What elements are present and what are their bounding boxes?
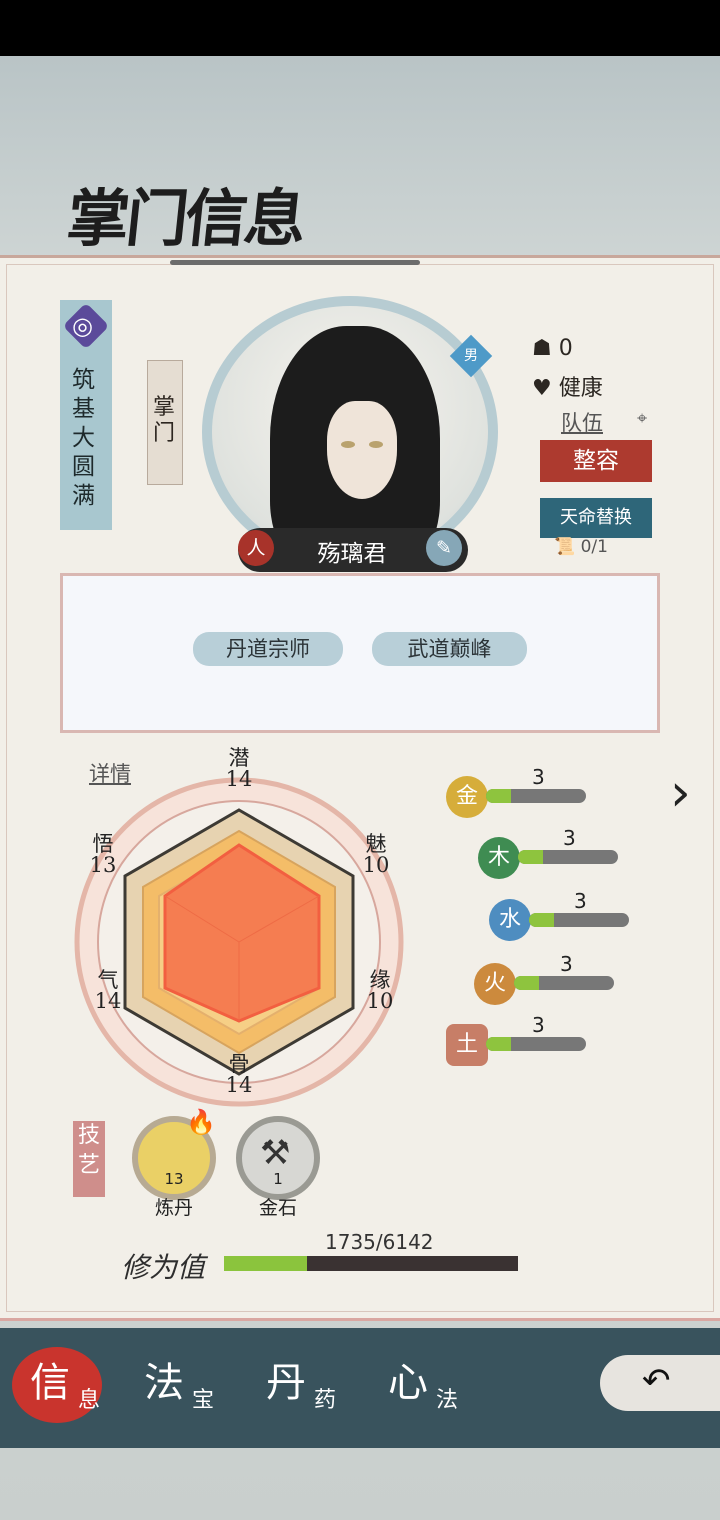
health-text: 健康 [558,376,603,401]
attribute-mei: 魅 10 [356,834,396,876]
right-eye-icon [369,441,383,448]
tab-method-sub: 法 [436,1388,459,1413]
realm-text: 筑基大圆满 [72,367,95,509]
status-count: 0 [558,336,573,361]
water-element-icon: 水 [489,899,531,941]
attribute-qi: 气 14 [88,970,128,1012]
traits-panel [60,573,660,733]
attribute-value: 10 [362,853,390,877]
trait-badge[interactable]: 丹道宗师 [193,632,343,666]
tab-method[interactable]: 心法 [368,1340,480,1432]
location-pin-icon[interactable]: ⌖ [637,408,647,429]
character-name: 殇璃君 [317,541,387,567]
attribute-wu: 悟 13 [83,834,123,876]
role-text: 掌门 [153,395,176,446]
tab-info-sub: 息 [78,1388,101,1413]
back-arrow-icon: ↶ [642,1361,671,1401]
cultivation-progress-fill [224,1256,307,1271]
water-element-bar [529,913,629,927]
fire-element-bar [514,976,614,990]
attribute-value: 10 [366,989,394,1013]
brush-icon[interactable]: ✎ [426,530,462,566]
fire-icon: 🔥 [186,1108,216,1136]
alchemy-name: 炼丹 [154,1197,193,1219]
fate-scroll-count-row: 📜 0/1 [554,537,608,557]
health-row: ♥ 健康 [532,370,603,402]
attribute-value: 14 [225,767,253,791]
left-eye-icon [341,441,355,448]
fire-element-value: 3 [560,952,573,976]
next-page-chevron-icon[interactable]: › [670,763,691,823]
earth-element-bar [486,1037,586,1051]
wood-element-value: 3 [563,826,576,850]
role-panel: 掌门 [147,360,183,485]
attribute-label: 潜 [228,746,250,770]
fire-element-icon: 火 [474,963,516,1005]
back-button[interactable]: ↶ [600,1355,720,1411]
gender-text: 男 [464,348,478,364]
attribute-label: 骨 [228,1052,250,1076]
alchemy-level: 13 [164,1170,184,1188]
gender-badge: 男 [449,334,493,378]
mining-level: 1 [273,1170,283,1188]
cultivation-label: 修为值 [121,1251,206,1284]
metal-element-bar [486,789,586,803]
mining-name: 金石 [258,1197,297,1219]
wood-element-icon: 木 [478,837,520,879]
wood-element-fill [518,850,543,864]
pickaxe-icon: ⚒ [260,1133,291,1173]
top-black-bar [0,0,720,56]
earth-element-value: 3 [532,1013,545,1037]
cultivation-value: 1735/6142 [325,1230,434,1254]
attribute-qian: 潜 14 [219,748,259,790]
human-icon: 人 [238,530,274,566]
tab-treasure[interactable]: 法宝 [124,1340,236,1432]
scroll-icon: 📜 [554,537,576,557]
cultivation-progress-bar [224,1256,518,1271]
tab-info-main: 信 [30,1360,70,1406]
metal-element-icon: 金 [446,776,488,818]
tab-treasure-main: 法 [144,1360,184,1406]
realm-panel: ◎ 筑基大圆满 [60,300,112,530]
fire-element-fill [514,976,539,990]
tab-medicine-sub: 药 [314,1388,337,1413]
fate-replace-button[interactable]: 天命替换 [540,498,652,538]
status-icon: ☗ [532,336,552,361]
tab-medicine[interactable]: 丹药 [246,1340,358,1432]
attribute-value: 13 [89,853,117,877]
page-title: 掌门信息 [63,182,308,255]
attribute-label: 魅 [365,832,387,856]
health-icon: ♥ [532,376,552,401]
fate-scroll-count: 0/1 [580,537,608,557]
attribute-label: 缘 [369,968,391,992]
tab-treasure-sub: 宝 [192,1388,215,1413]
attribute-label: 气 [97,968,119,992]
makeover-button[interactable]: 整容 [540,440,652,482]
water-element-value: 3 [574,889,587,913]
attribute-value: 14 [94,989,122,1013]
status-row: ☗ 0 [532,336,573,361]
title-underline [170,260,420,265]
attribute-value: 14 [225,1073,253,1097]
metal-element-value: 3 [532,765,545,789]
skills-label: 技艺 [73,1121,105,1197]
tab-medicine-main: 丹 [266,1360,306,1406]
wood-element-bar [518,850,618,864]
tab-method-main: 心 [388,1360,428,1406]
earth-element-fill [486,1037,511,1051]
attribute-yuan: 缘 10 [360,970,400,1012]
trait-badge[interactable]: 武道巅峰 [372,632,527,666]
metal-element-fill [486,789,511,803]
team-link[interactable]: 队伍 [561,407,603,437]
earth-element-icon: 土 [446,1024,488,1066]
attribute-gu: 骨 14 [219,1054,259,1096]
tab-info[interactable]: 信息 [10,1340,122,1432]
attribute-label: 悟 [92,832,114,856]
character-face [327,401,397,499]
realm-swirl-icon: ◎ [72,312,93,340]
water-element-fill [529,913,554,927]
